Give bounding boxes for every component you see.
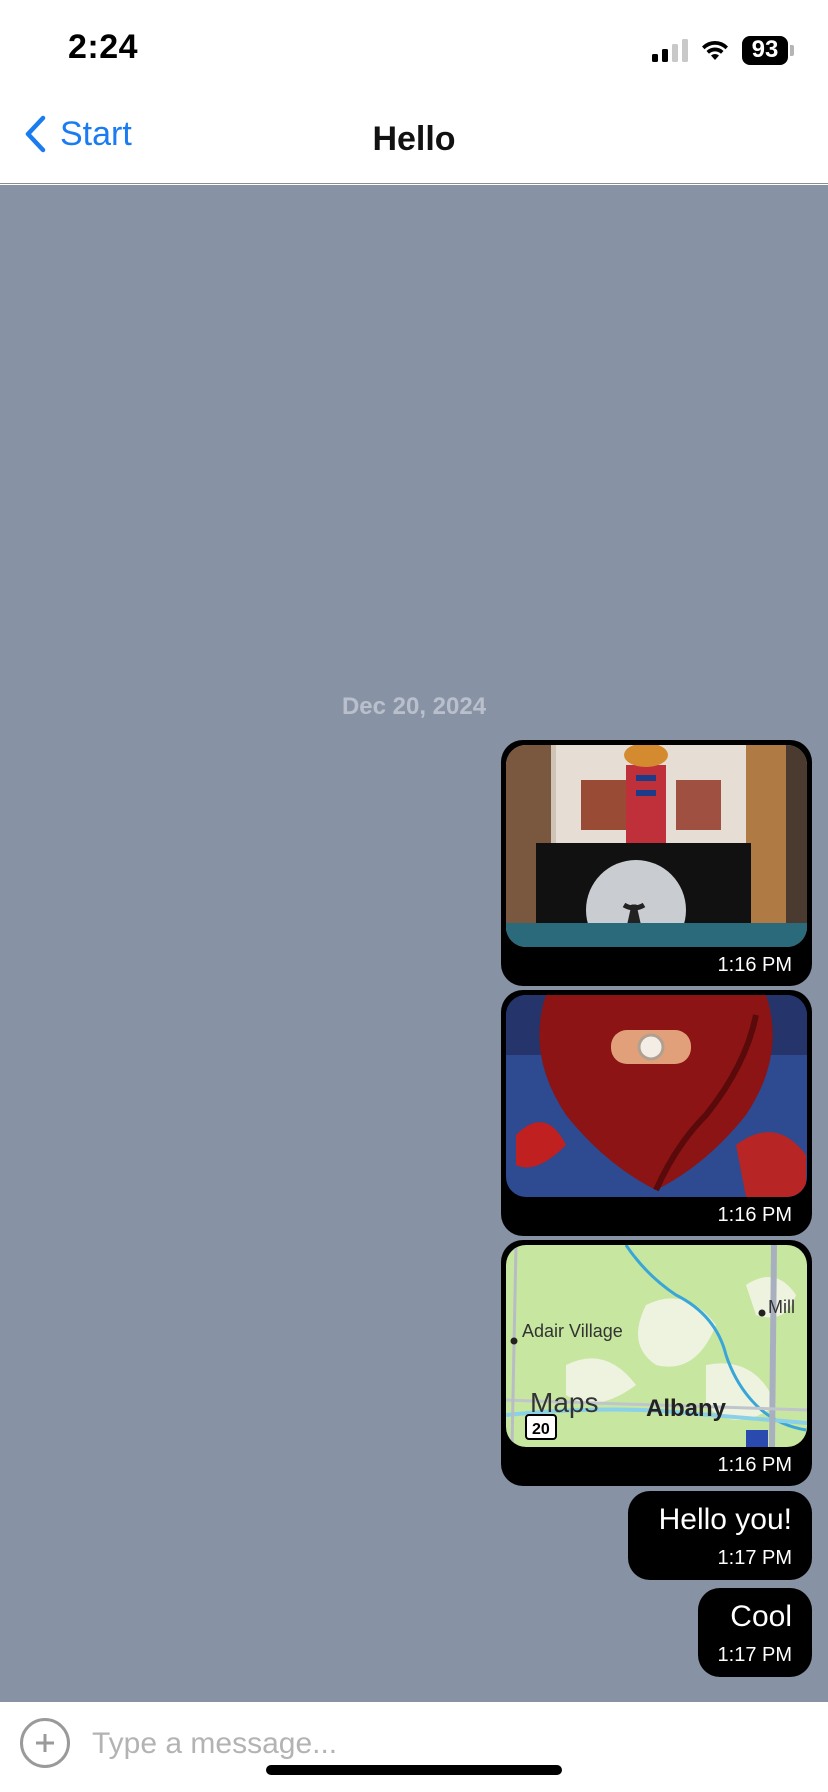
map-thumbnail[interactable]: Adair Village Mill Albany Maps 20 [506, 1245, 807, 1447]
navigation-bar: Start Hello [0, 98, 828, 184]
painting-photo-image[interactable] [506, 745, 807, 947]
text-message[interactable]: Hello you! 1:17 PM [628, 1491, 812, 1580]
route-shield-label: 20 [532, 1421, 550, 1438]
status-icons: 93 [652, 34, 794, 66]
message-text: Cool [730, 1600, 792, 1633]
chat-area[interactable]: Dec 20, 2024 1:16 PM 1:16 PM Adair Villa… [0, 185, 828, 1702]
home-indicator[interactable] [266, 1765, 562, 1775]
battery-level: 93 [742, 35, 788, 65]
page-title: Hello [372, 120, 456, 158]
message-timestamp: 1:16 PM [717, 1204, 792, 1226]
add-attachment-button[interactable] [20, 1718, 70, 1768]
message-timestamp: 1:17 PM [717, 1547, 792, 1569]
date-separator: Dec 20, 2024 [341, 693, 487, 720]
image-message[interactable]: 1:16 PM [501, 740, 812, 986]
wifi-icon [702, 40, 728, 60]
message-input-bar [0, 1702, 828, 1792]
status-bar: 2:24 93 [0, 0, 828, 98]
message-timestamp: 1:16 PM [717, 1454, 792, 1476]
message-timestamp: 1:16 PM [717, 954, 792, 976]
map-city-label: Albany [646, 1395, 727, 1422]
message-input[interactable] [92, 1722, 792, 1766]
message-timestamp: 1:17 PM [717, 1644, 792, 1666]
status-time: 2:24 [68, 28, 139, 66]
message-text: Hello you! [658, 1503, 792, 1536]
heart-painting-photo-image[interactable] [506, 995, 807, 1197]
map-place-label: Mill [768, 1297, 795, 1317]
text-message[interactable]: Cool 1:17 PM [697, 1588, 812, 1677]
battery-icon: 93 [742, 35, 794, 65]
cellular-signal-icon [652, 38, 688, 62]
maps-brand-label: Maps [530, 1387, 599, 1418]
image-message[interactable]: 1:16 PM [501, 990, 812, 1236]
map-message[interactable]: Adair Village Mill Albany Maps 20 1:16 P… [501, 1240, 812, 1486]
map-place-label: Adair Village [522, 1321, 623, 1341]
